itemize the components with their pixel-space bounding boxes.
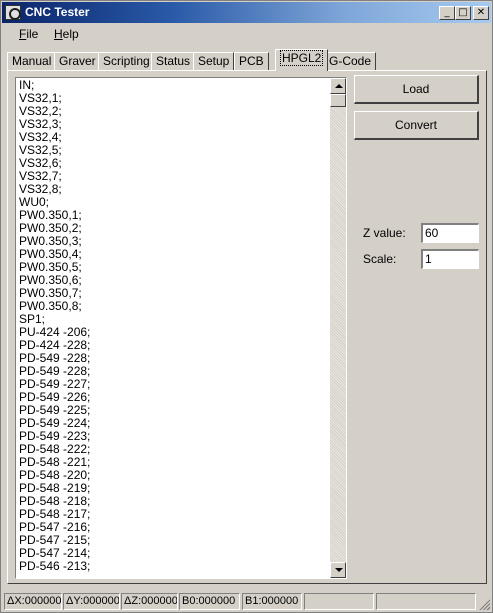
arrow-up-icon [335, 84, 343, 88]
scale-label: Scale: [363, 252, 397, 266]
scroll-down-button[interactable] [330, 562, 346, 578]
status-progress-panel [376, 593, 476, 610]
main-window: CNC Tester _ □ ✕ File Help Manual Graver… [0, 0, 493, 613]
status-empty-panel [304, 593, 374, 610]
scroll-up-button[interactable] [330, 78, 346, 94]
hpgl-line: IN; [19, 78, 35, 92]
scroll-thumb[interactable] [330, 94, 346, 107]
hpgl-line: VS32,1; [19, 91, 62, 105]
tab-label: Setup [198, 54, 230, 68]
hpgl-line: VS32,6; [19, 156, 62, 170]
status-b1: B1:000000 [242, 593, 302, 610]
hpgl-line: VS32,7; [19, 169, 62, 183]
status-b0: B0:000000 [179, 593, 240, 610]
tab-label: Scripting [103, 54, 150, 68]
app-icon[interactable] [5, 5, 21, 20]
tab-label: PCB [239, 54, 264, 68]
status-dx: ΔX:000000 [4, 593, 62, 610]
tab-label: Manual [12, 54, 52, 68]
tab-gcode[interactable]: G-Code [324, 52, 377, 71]
tab-pcb[interactable]: PCB [234, 52, 269, 71]
tab-hpgl2[interactable]: HPGL2 [275, 49, 329, 71]
menu-bar: File Help [2, 24, 491, 43]
z-value-label: Z value: [363, 226, 406, 240]
window-title: CNC Tester [25, 5, 90, 19]
hpgl-line: PD-546 -213; [19, 559, 91, 573]
resize-grip-icon[interactable] [478, 598, 490, 610]
tab-label: G-Code [329, 54, 372, 68]
hpgl-line: VS32,3; [19, 117, 62, 131]
hpgl-text-area[interactable]: IN; VS32,1; VS32,2; VS32,3; VS32,4; VS32,5; VS… [15, 77, 347, 579]
tab-label: Graver [59, 54, 96, 68]
hpgl-line: VS32,8; [19, 182, 62, 196]
tab-label: Status [156, 54, 191, 68]
menu-file[interactable]: File [19, 27, 38, 41]
hpgl-line: VS32,5; [19, 143, 62, 157]
z-value-input[interactable]: 60 [421, 223, 479, 243]
close-button[interactable]: ✕ [473, 6, 489, 20]
status-bar: ΔX:000000 ΔY:000000 ΔZ:000000 B0:000000 … [2, 591, 491, 611]
maximize-button[interactable]: □ [455, 6, 471, 20]
hpgl-line: VS32,4; [19, 130, 62, 144]
tab-status[interactable]: Status [151, 52, 196, 71]
status-dz: ΔZ:000000 [121, 593, 178, 610]
minimize-button[interactable]: _ [439, 6, 455, 20]
hpgl-line: PW0.350,8; [19, 299, 82, 313]
title-bar[interactable]: CNC Tester _ □ ✕ [2, 2, 491, 23]
tab-graver[interactable]: Graver [54, 52, 101, 71]
tab-label: HPGL2 [280, 50, 324, 66]
tab-scripting[interactable]: Scripting [98, 52, 155, 71]
tab-setup[interactable]: Setup [193, 52, 235, 71]
scale-input[interactable]: 1 [421, 249, 479, 269]
tab-manual[interactable]: Manual [7, 52, 57, 71]
hpgl-line: VS32,2; [19, 104, 62, 118]
hpgl-lines: IN; VS32,1; VS32,2; VS32,3; VS32,4; VS32,5; VS… [19, 79, 329, 573]
vertical-scrollbar[interactable] [330, 78, 346, 578]
load-button[interactable]: Load [354, 75, 479, 104]
convert-button[interactable]: Convert [354, 111, 479, 140]
arrow-down-icon [335, 568, 343, 572]
menu-help[interactable]: Help [54, 27, 79, 41]
status-dy: ΔY:000000 [63, 593, 120, 610]
